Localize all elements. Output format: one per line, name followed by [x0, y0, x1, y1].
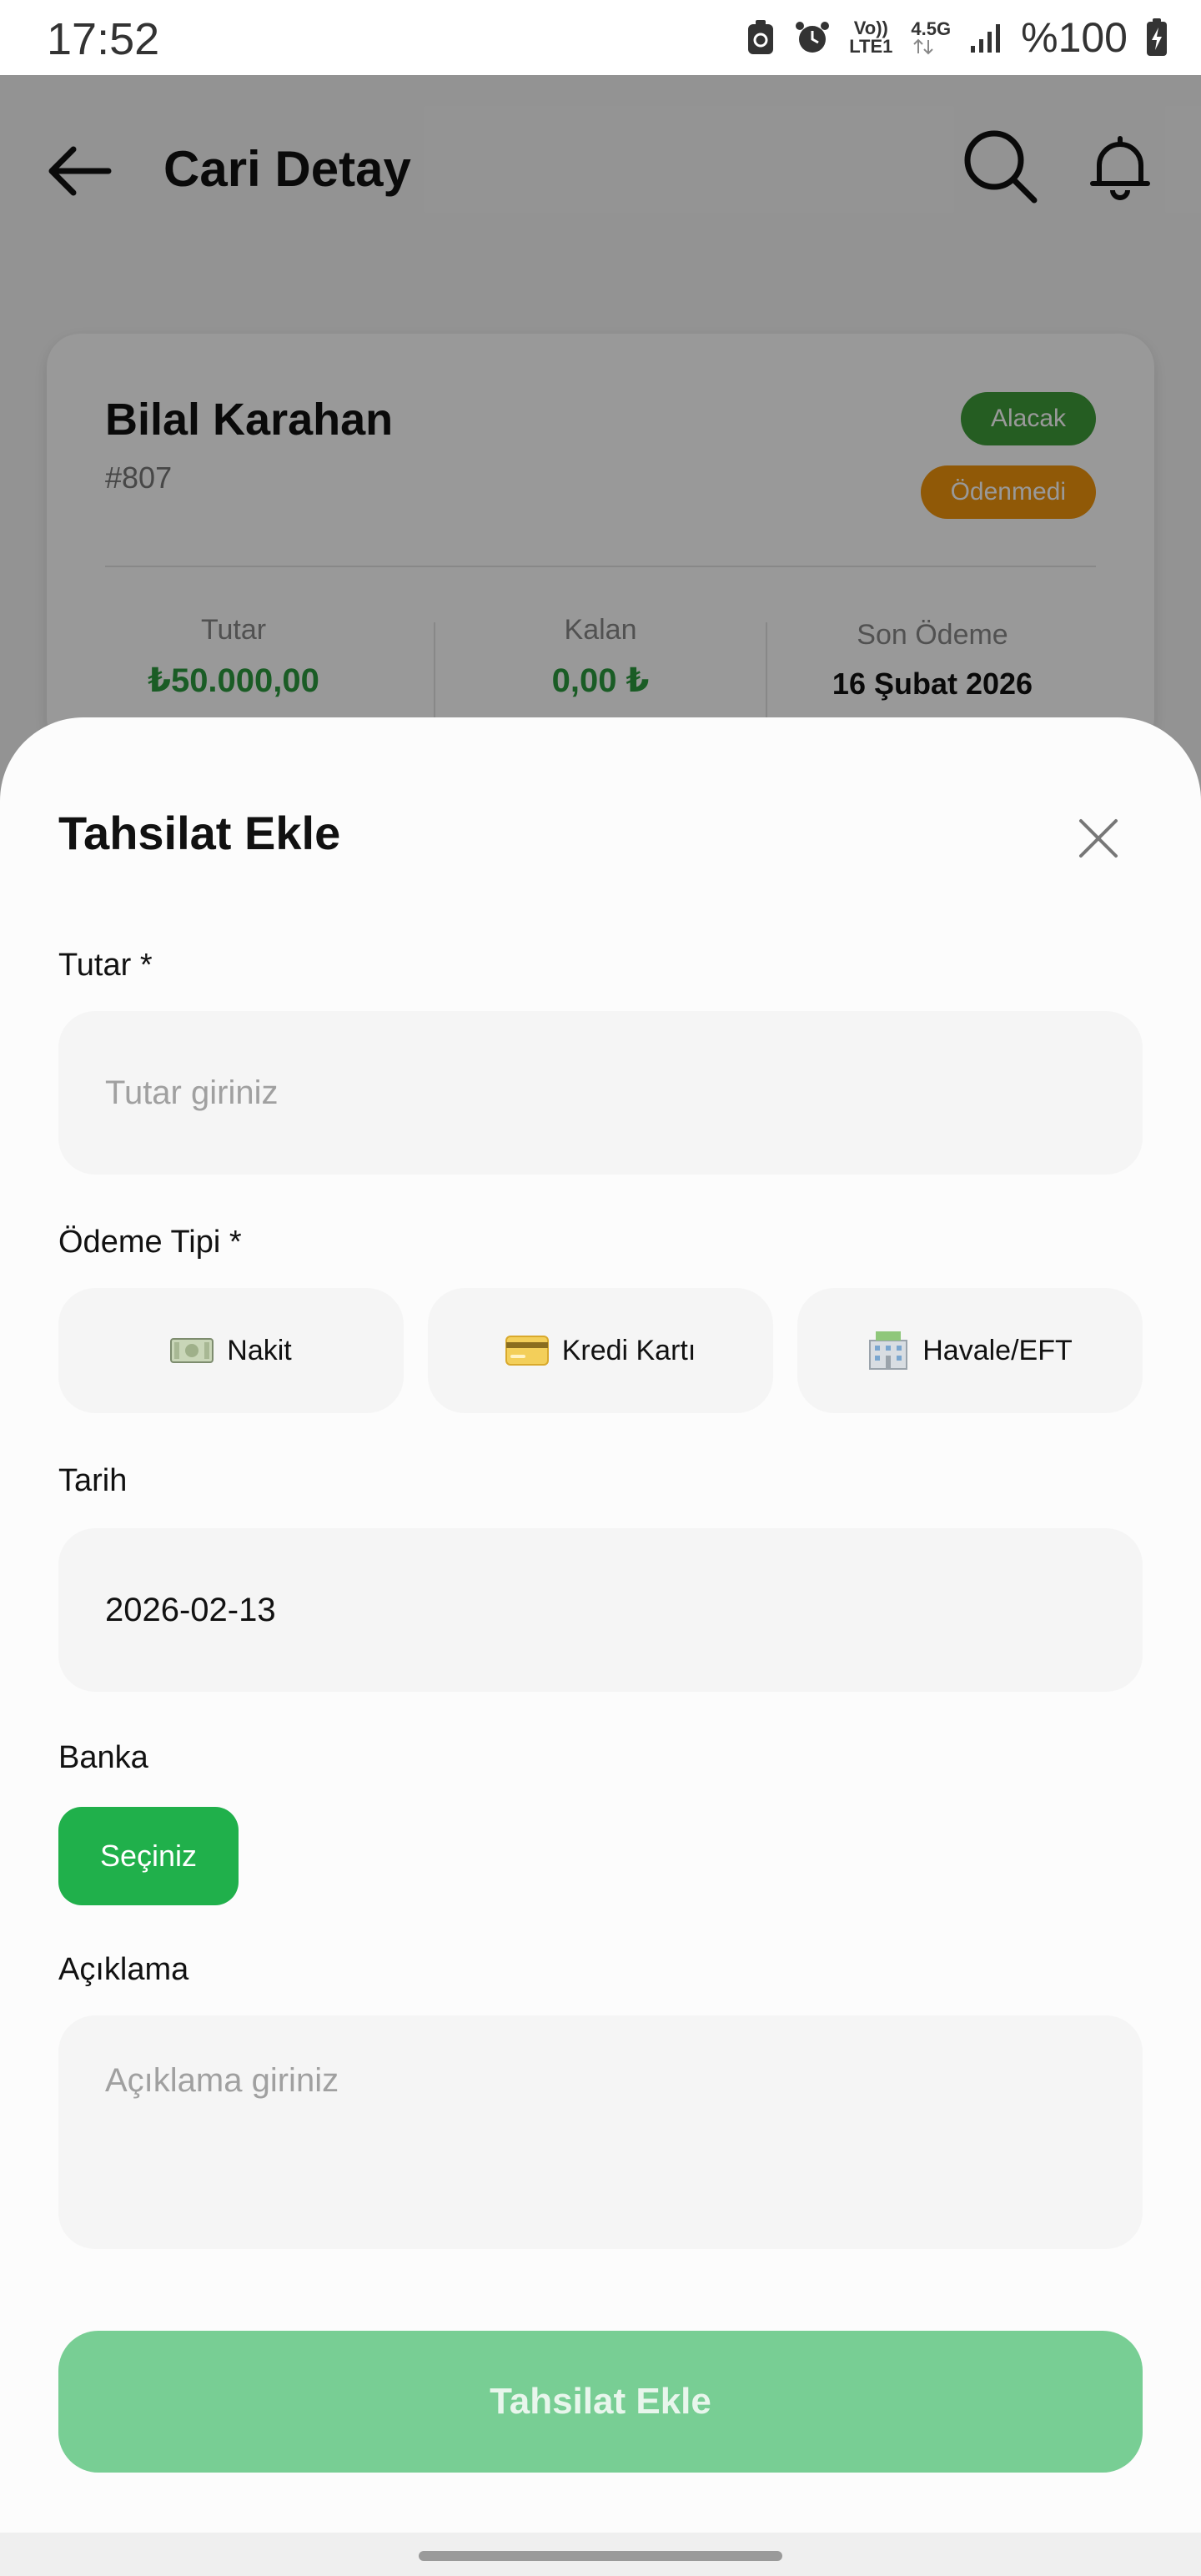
payment-option-label: Havale/EFT — [922, 1334, 1073, 1366]
status-time: 17:52 — [47, 14, 160, 64]
payment-option-credit-card[interactable]: Kredi Kartı — [428, 1288, 773, 1413]
payment-option-label: Nakit — [227, 1334, 292, 1366]
system-nav-bar — [0, 2533, 1201, 2576]
data-arrows-icon — [913, 38, 934, 55]
date-value: 2026-02-13 — [105, 1591, 276, 1628]
payment-option-cash[interactable]: Nakit — [58, 1288, 404, 1413]
battery-percent: %100 — [1021, 14, 1128, 61]
sheet-title: Tahsilat Ekle — [58, 807, 341, 859]
submit-collection-button[interactable]: Tahsilat Ekle — [58, 2331, 1143, 2473]
battery-charging-icon — [1147, 18, 1167, 56]
payment-option-transfer[interactable]: Havale/EFT — [797, 1288, 1143, 1413]
amount-input[interactable]: Tutar giriniz — [58, 1011, 1143, 1175]
volte-text: Vo)) — [853, 18, 888, 38]
alarm-icon — [796, 22, 830, 53]
add-collection-sheet: Tahsilat Ekle Tutar * Tutar giriniz Ödem… — [0, 717, 1201, 2533]
close-icon — [1079, 819, 1118, 858]
recycle-icon — [748, 20, 774, 54]
bank-icon — [869, 1331, 908, 1370]
date-label: Tarih — [58, 1463, 128, 1498]
status-bar: 17:52 Vo)) LTE1 4.5G %100 — [0, 0, 1201, 75]
description-input[interactable]: Açıklama giriniz — [58, 2015, 1143, 2249]
description-placeholder: Açıklama giriniz — [105, 2062, 339, 2099]
payment-option-label: Kredi Kartı — [561, 1334, 696, 1366]
network-type: 4.5G — [911, 20, 951, 55]
status-icons: Vo)) LTE1 4.5G %100 — [746, 14, 1168, 61]
amount-label: Tutar * — [58, 948, 153, 983]
signal-icon — [971, 24, 1001, 53]
bank-label: Banka — [58, 1740, 148, 1775]
banknote-icon — [170, 1338, 214, 1363]
credit-card-icon — [505, 1336, 549, 1366]
date-input[interactable]: 2026-02-13 — [58, 1528, 1143, 1692]
bank-select-button[interactable]: Seçiniz — [58, 1807, 239, 1905]
amount-placeholder: Tutar giriniz — [105, 1074, 279, 1111]
home-indicator[interactable] — [419, 2551, 782, 2561]
volte-indicator: Vo)) LTE1 — [849, 19, 892, 56]
network-type-text: 4.5G — [911, 18, 952, 39]
payment-type-label: Ödeme Tipi * — [58, 1225, 242, 1260]
description-label: Açıklama — [58, 1952, 189, 1987]
close-button[interactable] — [1069, 809, 1128, 868]
lte-text: LTE1 — [849, 36, 893, 57]
